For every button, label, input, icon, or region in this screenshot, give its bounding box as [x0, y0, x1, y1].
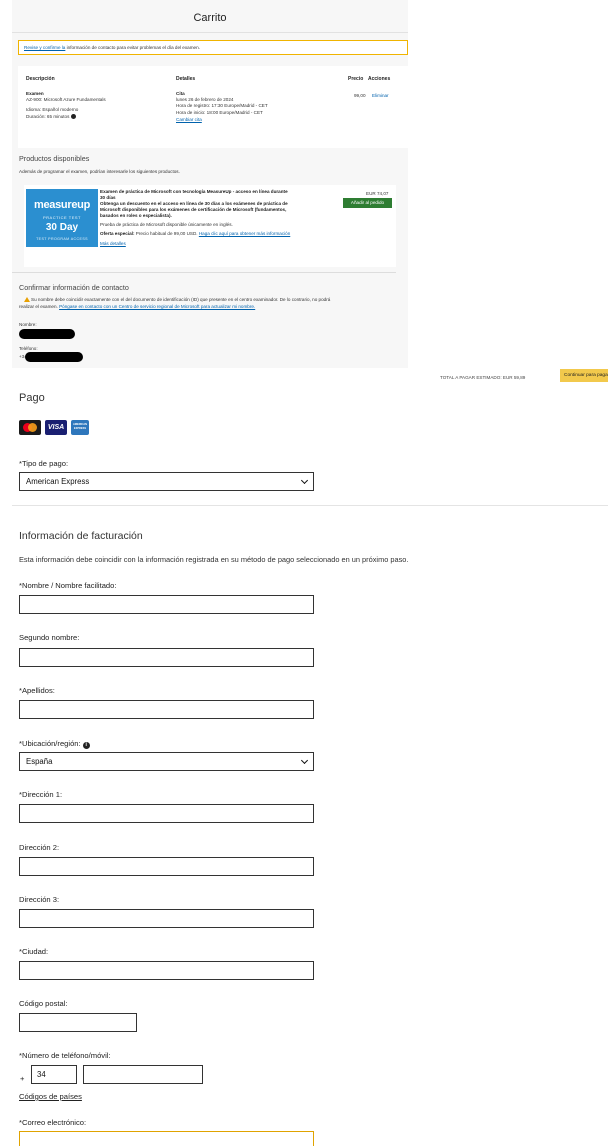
product-title-1: Examen de práctica de Microsoft con tecn…: [100, 189, 288, 194]
header-details: Detalles: [176, 76, 196, 82]
add-to-order-button[interactable]: Añadir al pedido: [343, 198, 392, 208]
start-time: Hora de inicio: 18:00 Europe/Madrid - CE…: [176, 110, 263, 115]
notice-text: información de contacto para evitar prob…: [65, 45, 200, 50]
middle-name-input[interactable]: [19, 648, 314, 667]
billing-description: Esta información debe coincidir con la i…: [19, 555, 409, 564]
postal-code-label: Código postal:: [19, 999, 68, 1008]
country-codes-link[interactable]: Códigos de países: [19, 1092, 82, 1101]
name-label: Nombre:: [19, 322, 37, 327]
header-description: Descripción: [26, 76, 55, 82]
measureup-logo: measureup PRACTICE TEST 30 Day TEST PROG…: [26, 189, 98, 247]
warning-icon: [24, 297, 30, 302]
divider: [12, 32, 408, 33]
phone-number-input[interactable]: [83, 1065, 203, 1084]
contact-warning-2: realizar el examen. Póngase en contacto …: [19, 304, 255, 310]
checkin-time: Hora de registro: 17:30 Europe/Madrid - …: [176, 103, 268, 108]
phone-plus-sign: +: [20, 1074, 25, 1083]
mastercard-icon: [19, 420, 41, 435]
continue-to-payment-button[interactable]: Continuar para pagar: [560, 369, 608, 382]
contact-warning-1: Su nombre debe coincidir exactamente con…: [31, 297, 331, 302]
products-title: Productos disponibles: [19, 154, 90, 163]
last-name-label: *Apellidos:: [19, 686, 55, 695]
order-card: Descripción Detalles Precio Acciones Exa…: [18, 66, 408, 148]
logo-days: 30 Day: [45, 222, 79, 233]
item-language: Idioma: Español moderno: [26, 107, 79, 112]
middle-name-label: Segundo nombre:: [19, 633, 80, 642]
address2-label: Dirección 2:: [19, 843, 60, 852]
update-name-link[interactable]: Póngase en contacto con un Centro de ser…: [59, 304, 255, 309]
duration-text: Duración: 65 minutos: [26, 114, 70, 119]
header-actions: Acciones: [368, 76, 391, 82]
product-card: measureup PRACTICE TEST 30 Day TEST PROG…: [24, 185, 396, 267]
address3-input[interactable]: [19, 909, 314, 928]
contact-title: Confirmar información de contacto: [19, 283, 129, 292]
item-price: 99,00: [354, 93, 366, 98]
payment-title: Pago: [19, 392, 45, 404]
address1-label: *Dirección 1:: [19, 790, 63, 799]
address1-input[interactable]: [19, 804, 314, 823]
chevron-down-icon: [300, 756, 309, 765]
first-name-label: *Nombre / Nombre facilitado:: [19, 581, 117, 590]
remove-link[interactable]: Eliminar: [372, 93, 389, 99]
email-input[interactable]: [19, 1131, 314, 1146]
redacted-phone: [25, 352, 83, 362]
payment-type-value: American Express: [26, 477, 90, 486]
amex-icon: AMERICAN EXPRESS: [71, 420, 89, 435]
item-duration: Duración: 65 minutos: [26, 114, 76, 120]
offer-label: Oferta especial:: [100, 231, 135, 236]
postal-code-input[interactable]: [19, 1013, 137, 1032]
contact-notice: Revise y confirme la información de cont…: [18, 40, 408, 55]
cart-panel: Carrito Revise y confirme la información…: [12, 0, 408, 368]
address2-input[interactable]: [19, 857, 314, 876]
redacted-name: [19, 329, 75, 339]
estimated-total: TOTAL A PAGAR ESTIMADO: EUR 59,89: [440, 375, 526, 380]
product-desc-3: basados en roles o especialista).: [100, 213, 172, 218]
payment-type-select[interactable]: American Express: [19, 472, 314, 491]
address3-label: Dirección 3:: [19, 895, 60, 904]
change-appointment-link[interactable]: Cambiar cita: [176, 117, 202, 123]
offer-link[interactable]: Haga clic aquí para obtener más informac…: [199, 231, 290, 236]
city-input[interactable]: [19, 961, 314, 980]
more-details-link[interactable]: Más detalles: [100, 241, 126, 247]
logo-practice: PRACTICE TEST: [43, 215, 81, 220]
logo-access: TEST PROGRAM ACCESS: [36, 237, 88, 241]
product-price: EUR 74,07: [366, 191, 389, 196]
cart-title: Carrito: [193, 12, 227, 24]
region-value: España: [26, 757, 53, 766]
visa-icon: VISA: [45, 420, 67, 435]
phone-country-code-input[interactable]: 34: [31, 1065, 77, 1084]
info-icon: [70, 114, 76, 119]
last-name-input[interactable]: [19, 700, 314, 719]
chevron-down-icon: [300, 476, 309, 485]
phone-number-label: *Número de teléfono/móvil:: [19, 1051, 111, 1060]
header-price: Precio: [348, 76, 364, 82]
divider: [12, 272, 396, 273]
first-name-input[interactable]: [19, 595, 314, 614]
product-offer: Oferta especial: Precio habitual de 99,0…: [100, 231, 290, 237]
products-subtitle: Además de programar el examen, podrían i…: [19, 169, 180, 174]
region-label: *Ubicación/región: i: [19, 739, 90, 749]
divider: [12, 505, 608, 506]
offer-text: Precio habitual de 99,00 USD.: [134, 231, 199, 236]
warning-text: realizar el examen.: [19, 304, 60, 309]
info-icon[interactable]: i: [82, 742, 90, 749]
logo-brand: measureup: [34, 199, 90, 211]
payment-type-label: *Tipo de pago:: [19, 459, 69, 468]
product-note: Prueba de práctica de Microsoft disponib…: [100, 222, 233, 227]
region-label-text: *Ubicación/región:: [19, 739, 81, 748]
review-contact-link[interactable]: Revise y confirme la: [24, 45, 65, 50]
item-name: AZ-900: Microsoft Azure Fundamentals: [26, 97, 106, 102]
billing-title: Información de facturación: [19, 530, 143, 542]
city-label: *Ciudad:: [19, 947, 49, 956]
region-select[interactable]: España: [19, 752, 314, 771]
email-label: *Correo electrónico:: [19, 1118, 87, 1127]
